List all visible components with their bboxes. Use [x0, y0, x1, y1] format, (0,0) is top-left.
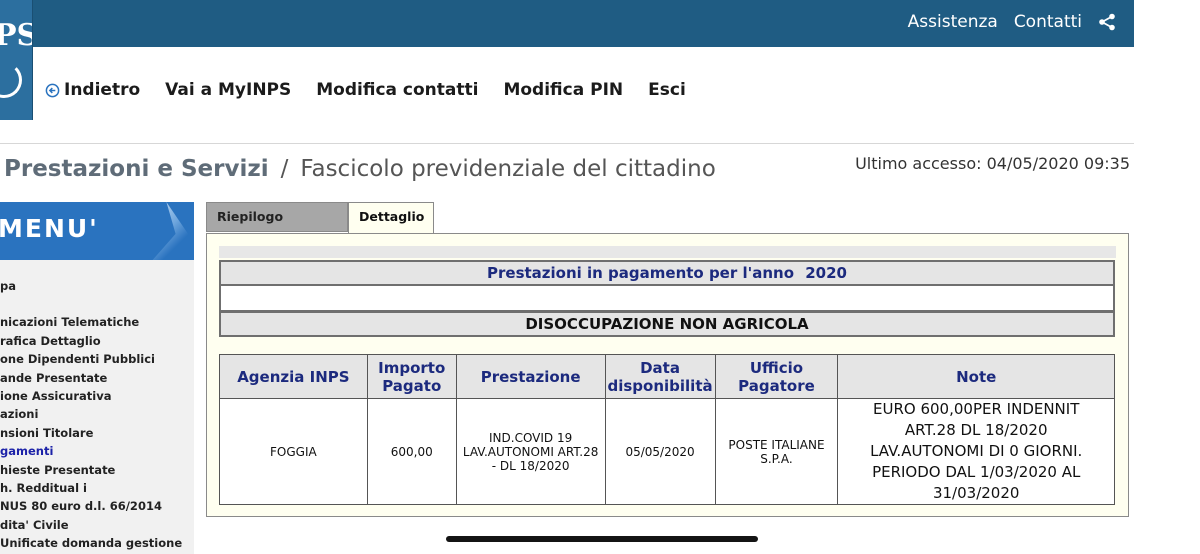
- back-link[interactable]: Indietro: [45, 80, 140, 100]
- logo-text: PS: [0, 18, 32, 53]
- menu-item[interactable]: hieste Presentate: [0, 461, 182, 479]
- menu-item[interactable]: nsioni Titolare: [0, 424, 182, 442]
- back-label: Indietro: [64, 80, 141, 100]
- cell-prestazione-line3: - DL 18/2020: [491, 458, 570, 473]
- nav-myinps[interactable]: Vai a MyINPS: [165, 80, 291, 100]
- menu-item[interactable]: ande Presentate: [0, 369, 182, 387]
- cell-note-line4: PERIODO DAL 1/03/2020 AL: [872, 463, 1081, 481]
- menu-item[interactable]: h. Redditual i: [0, 479, 182, 497]
- last-access: Ultimo accesso: 04/05/2020 09:35: [855, 154, 1130, 173]
- divider: [0, 143, 1134, 144]
- menu-item[interactable]: pa: [0, 277, 182, 295]
- tab-riepilogo-pagamenti[interactable]: Riepilogo Pagamenti: [206, 202, 348, 252]
- menu-item[interactable]: Unificate domanda gestione: [0, 534, 182, 552]
- col-prestazione: Prestazione: [455, 354, 606, 399]
- table-header-row: Agenzia INPS Importo Pagato Prestazione D…: [219, 354, 1115, 399]
- cell-ufficio-line1: POSTE ITALIANE: [728, 437, 825, 452]
- back-arrow-icon: [45, 83, 60, 97]
- payments-table: Agenzia INPS Importo Pagato Prestazione D…: [219, 354, 1115, 505]
- col-note: Note: [837, 354, 1115, 399]
- cell-note: EURO 600,00PER INDENNIT ART.28 DL 18/2020…: [837, 398, 1115, 505]
- tab-dettaglio[interactable]: Dettaglio: [348, 202, 434, 234]
- col-data: Data disponibilità: [604, 354, 716, 399]
- menu-item[interactable]: ione Assicurativa: [0, 387, 182, 405]
- tabs: Riepilogo Pagamenti Dettaglio: [206, 202, 434, 252]
- prestazione-type: DISOCCUPAZIONE NON AGRICOLA: [219, 311, 1115, 337]
- nav-esci[interactable]: Esci: [648, 80, 686, 100]
- table-row: FOGGIA 600,00 IND.COVID 19 LAV.AUTONOMI A…: [219, 398, 1115, 505]
- menu-curl-decoration: [152, 202, 194, 260]
- cell-note-line5: 31/03/2020: [932, 484, 1020, 502]
- menu-item[interactable]: NUS 80 euro d.l. 66/2014: [0, 497, 182, 515]
- menu-item[interactable]: one Dipendenti Pubblici: [0, 350, 182, 368]
- cell-note-line1: EURO 600,00PER INDENNIT: [873, 400, 1080, 418]
- nav-modifica-contatti[interactable]: Modifica contatti: [316, 80, 478, 100]
- top-bar: Assistenza Contatti: [0, 0, 1134, 47]
- cell-note-line3: LAV.AUTONOMI DI 0 GIORNI.: [870, 442, 1083, 460]
- cell-prestazione-line1: IND.COVID 19: [489, 430, 573, 445]
- menu-item-pagamenti[interactable]: gamenti: [0, 442, 182, 460]
- inps-logo[interactable]: PS: [0, 0, 33, 120]
- cell-prestazione-line2: LAV.AUTONOMI ART.28: [462, 444, 599, 459]
- col-importo-line2: Pagato: [382, 376, 442, 395]
- col-importo-line1: Importo: [378, 358, 446, 377]
- share-icon[interactable]: [1098, 13, 1116, 31]
- menu-item[interactable]: rafica Dettaglio: [0, 332, 182, 350]
- col-ufficio: Ufficio Pagatore: [714, 354, 839, 399]
- cell-agenzia: FOGGIA: [219, 398, 368, 505]
- menu-item[interactable]: nicazioni Telematiche: [0, 313, 182, 331]
- col-importo: Importo Pagato: [366, 354, 457, 399]
- breadcrumb-separator: /: [280, 156, 289, 182]
- cell-importo: 600,00: [366, 398, 457, 505]
- year-header: Prestazioni in pagamento per l'anno 2020: [219, 260, 1115, 286]
- cell-data: 05/05/2020: [604, 398, 716, 505]
- year-label: Prestazioni in pagamento per l'anno: [487, 264, 794, 282]
- contatti-link[interactable]: Contatti: [1014, 12, 1082, 32]
- cell-prestazione: IND.COVID 19 LAV.AUTONOMI ART.28- DL 18/2…: [455, 398, 606, 505]
- breadcrumb-fascicolo: Fascicolo previdenziale del cittadino: [300, 156, 716, 182]
- col-agenzia: Agenzia INPS: [219, 354, 368, 399]
- cell-note-line2: ART.28 DL 18/2020: [904, 421, 1048, 439]
- menu-list: pa nicazioni Telematiche rafica Dettagli…: [0, 277, 182, 552]
- main-nav: Indietro Vai a MyINPS Modifica contatti …: [45, 80, 686, 100]
- top-links: Assistenza Contatti: [908, 12, 1116, 32]
- home-indicator[interactable]: [446, 536, 758, 542]
- col-data-line2: disponibilità: [607, 376, 713, 395]
- menu-item[interactable]: azioni: [0, 405, 182, 423]
- cell-ufficio: POSTE ITALIANE S.P.A.: [714, 398, 839, 505]
- menu-title: MENU': [0, 214, 99, 243]
- year-value: 2020: [805, 264, 847, 282]
- cell-ufficio-line2: S.P.A.: [760, 451, 793, 466]
- breadcrumb: Prestazioni e Servizi / Fascicolo previd…: [4, 156, 716, 182]
- breadcrumb-prestazioni[interactable]: Prestazioni e Servizi: [4, 156, 269, 182]
- logo-swoosh-icon: [0, 62, 22, 98]
- nav-modifica-pin[interactable]: Modifica PIN: [503, 80, 623, 100]
- assistenza-link[interactable]: Assistenza: [908, 12, 998, 32]
- blank-row: [219, 284, 1115, 312]
- panel-strip: [219, 246, 1116, 258]
- col-data-line1: Data: [640, 358, 680, 377]
- menu-header: MENU': [0, 202, 194, 260]
- col-ufficio-line1: Ufficio: [749, 358, 804, 377]
- menu-item[interactable]: dita' Civile: [0, 516, 182, 534]
- col-ufficio-line2: Pagatore: [738, 376, 815, 395]
